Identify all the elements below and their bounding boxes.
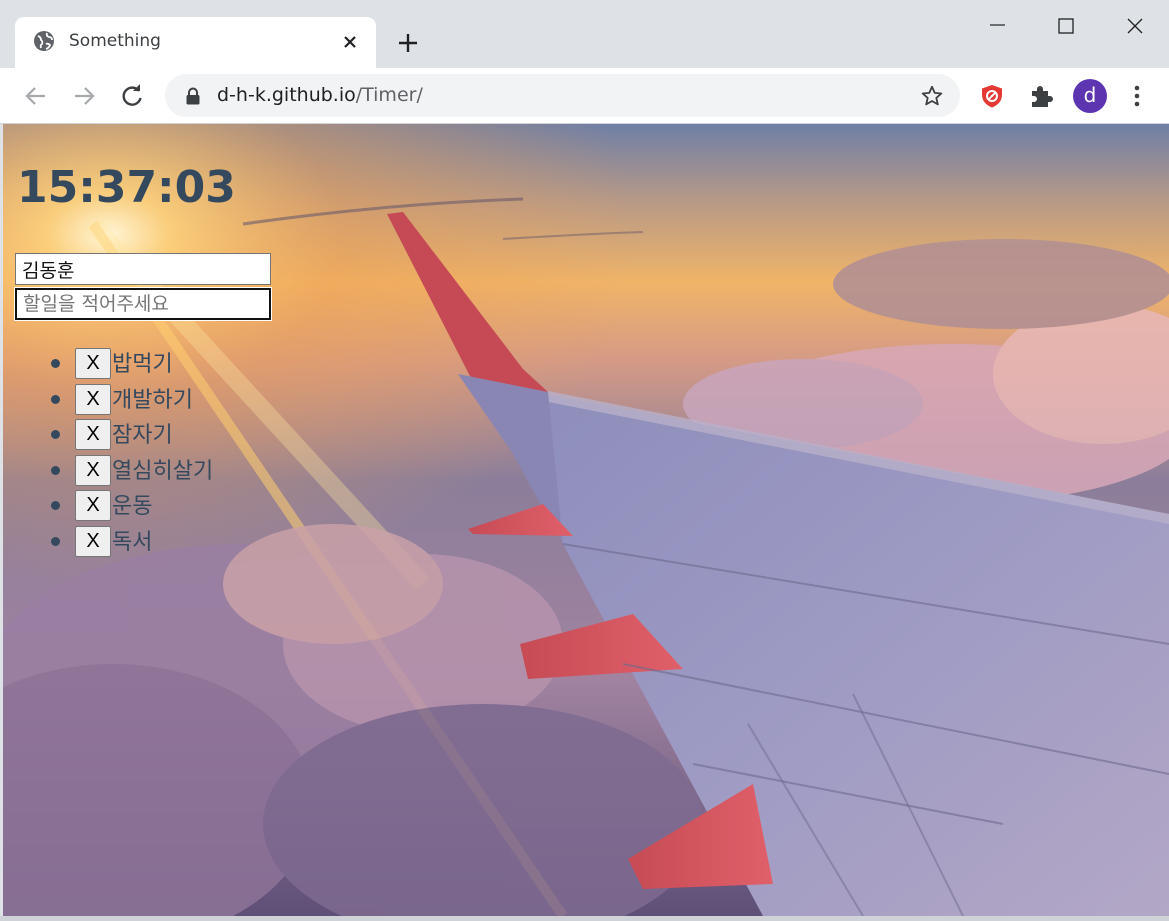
bullet-icon bbox=[51, 536, 60, 546]
delete-todo-button[interactable]: X bbox=[75, 525, 111, 557]
close-tab-icon[interactable] bbox=[340, 32, 360, 52]
url-text[interactable]: d-h-k.github.io/Timer/ bbox=[217, 84, 423, 106]
clock-display: 15:37:03 bbox=[17, 162, 236, 213]
todo-text: 잠자기 bbox=[112, 423, 173, 448]
browser-toolbar: d-h-k.github.io/Timer/ d bbox=[0, 68, 1169, 124]
maximize-icon[interactable] bbox=[1043, 14, 1089, 42]
url-host: d-h-k.github.io bbox=[217, 84, 356, 106]
page-viewport: 15:37:03 X 밥먹기 X 개발하기 X 잠자기 X 열심히살기 X 운동 bbox=[3, 124, 1169, 916]
delete-todo-button[interactable]: X bbox=[75, 348, 111, 379]
todo-text: 열심히살기 bbox=[112, 458, 214, 484]
bullet-icon bbox=[51, 359, 60, 368]
globe-icon bbox=[34, 31, 54, 51]
lock-icon[interactable] bbox=[185, 87, 201, 105]
puzzle-piece-icon[interactable] bbox=[1027, 82, 1055, 110]
todo-text: 밥먹기 bbox=[112, 352, 173, 377]
delete-todo-button[interactable]: X bbox=[75, 454, 111, 486]
delete-todo-button[interactable]: X bbox=[75, 490, 111, 521]
more-menu-icon[interactable] bbox=[1125, 82, 1149, 110]
sunset-airplane-wing-background bbox=[3, 124, 1169, 916]
window-bottom-border bbox=[0, 916, 1169, 921]
todo-text: 개발하기 bbox=[112, 387, 193, 413]
tab-title: Something bbox=[69, 31, 161, 51]
delete-todo-button[interactable]: X bbox=[75, 419, 111, 450]
bullet-icon bbox=[51, 430, 60, 439]
forward-arrow-icon[interactable] bbox=[70, 82, 98, 110]
todo-text: 독서 bbox=[112, 529, 153, 555]
bullet-icon bbox=[51, 465, 60, 475]
url-path: /Timer/ bbox=[355, 84, 423, 106]
todo-input[interactable] bbox=[14, 287, 272, 321]
name-input[interactable] bbox=[15, 253, 271, 285]
bullet-icon bbox=[51, 501, 60, 510]
delete-todo-button[interactable]: X bbox=[75, 383, 111, 415]
title-bar: Something bbox=[0, 0, 1169, 68]
minimize-icon[interactable] bbox=[975, 14, 1021, 42]
new-tab-icon[interactable] bbox=[396, 31, 420, 55]
address-bar[interactable]: d-h-k.github.io/Timer/ bbox=[165, 74, 960, 117]
profile-avatar[interactable]: d bbox=[1073, 79, 1107, 113]
bookmark-star-icon[interactable] bbox=[920, 84, 944, 108]
adblock-shield-icon[interactable] bbox=[978, 82, 1006, 110]
reload-icon[interactable] bbox=[118, 82, 146, 110]
browser-tab[interactable]: Something bbox=[15, 17, 376, 68]
window-close-icon[interactable] bbox=[1112, 14, 1158, 42]
bullet-icon bbox=[51, 394, 60, 404]
back-arrow-icon[interactable] bbox=[22, 82, 50, 110]
todo-text: 운동 bbox=[112, 494, 153, 519]
